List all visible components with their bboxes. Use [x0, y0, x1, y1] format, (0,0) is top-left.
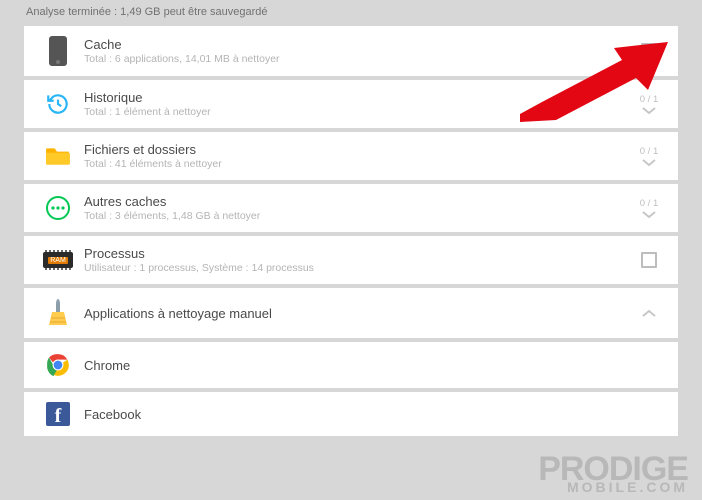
row-history[interactable]: Historique Total : 1 élément à nettoyer …: [24, 80, 678, 128]
chevron-down-icon[interactable]: [642, 107, 656, 115]
chevron-down-icon[interactable]: [642, 159, 656, 167]
row-facebook[interactable]: f Facebook: [24, 392, 678, 436]
folder-icon: [38, 146, 78, 166]
row-subtitle: Utilisateur : 1 processus, Système : 14 …: [84, 262, 634, 274]
row-title: Cache: [84, 37, 634, 52]
row-title: Chrome: [84, 358, 664, 373]
checkbox-processes[interactable]: [641, 252, 657, 268]
row-manual-cleanup[interactable]: Applications à nettoyage manuel: [24, 288, 678, 338]
row-subtitle: Total : 1 élément à nettoyer: [84, 106, 634, 118]
row-title: Processus: [84, 246, 634, 261]
phone-icon: [38, 36, 78, 66]
row-title: Applications à nettoyage manuel: [84, 306, 634, 321]
row-title: Facebook: [84, 407, 664, 422]
row-files[interactable]: Fichiers et dossiers Total : 41 éléments…: [24, 132, 678, 180]
watermark: PRODIGE MOBILE.COM: [538, 455, 688, 494]
row-title: Historique: [84, 90, 634, 105]
facebook-icon: f: [38, 402, 78, 426]
row-title: Fichiers et dossiers: [84, 142, 634, 157]
row-subtitle: Total : 3 éléments, 1,48 GB à nettoyer: [84, 210, 634, 222]
status-text: Analyse terminée : 1,49 GB peut être sau…: [26, 6, 268, 18]
brush-icon: [38, 298, 78, 328]
chevron-down-icon[interactable]: [642, 211, 656, 219]
watermark-line1: PRODIGE: [538, 455, 688, 484]
ram-icon: RAM: [38, 252, 78, 268]
counter: 0 / 1: [640, 198, 659, 209]
checkbox-cache[interactable]: [641, 43, 657, 59]
row-subtitle: Total : 6 applications, 14,01 MB à netto…: [84, 53, 634, 65]
row-subtitle: Total : 41 éléments à nettoyer: [84, 158, 634, 170]
history-icon: [38, 91, 78, 117]
row-cache[interactable]: Cache Total : 6 applications, 14,01 MB à…: [24, 26, 678, 76]
status-bar: Analyse terminée : 1,49 GB peut être sau…: [0, 0, 702, 26]
row-other-caches[interactable]: Autres caches Total : 3 éléments, 1,48 G…: [24, 184, 678, 232]
counter: 0 / 1: [640, 146, 659, 157]
watermark-line2: MOBILE.COM: [538, 482, 688, 494]
counter: 0 / 1: [640, 94, 659, 105]
row-chrome[interactable]: Chrome: [24, 342, 678, 388]
row-title: Autres caches: [84, 194, 634, 209]
chevron-up-icon[interactable]: [642, 309, 656, 317]
dots-icon: [38, 195, 78, 221]
chrome-icon: [38, 352, 78, 378]
row-processes[interactable]: RAM Processus Utilisateur : 1 processus,…: [24, 236, 678, 284]
cleanup-list: Cache Total : 6 applications, 14,01 MB à…: [0, 26, 702, 436]
